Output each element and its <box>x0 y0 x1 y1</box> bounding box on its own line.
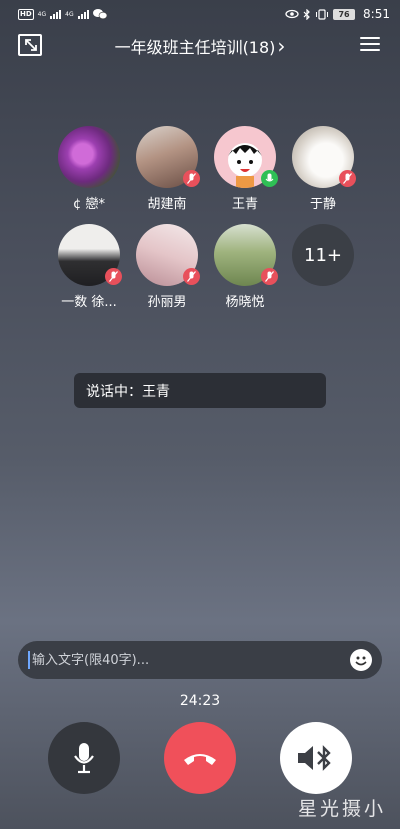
status-left: HD 4G 4G <box>18 8 107 20</box>
menu-icon <box>360 37 380 39</box>
group-title-text: 一年级班主任培训(18) <box>114 38 276 57</box>
network-type-1: 4G <box>37 10 47 18</box>
wechat-icon <box>92 9 107 19</box>
participant-name: 王青 <box>231 197 258 212</box>
avatar <box>136 126 200 188</box>
signal-icon <box>77 9 89 19</box>
vibrate-icon <box>316 8 329 20</box>
watermark: 星光摄小 <box>297 798 386 820</box>
participant[interactable]: 王青 <box>206 126 284 212</box>
eye-icon <box>285 9 299 19</box>
participant-name: 于静 <box>309 197 336 212</box>
microphone-icon <box>74 743 94 774</box>
muted-mic-icon <box>183 268 200 285</box>
menu-button[interactable] <box>360 34 380 54</box>
call-timer: 24:23 <box>179 693 221 709</box>
participant[interactable]: 一数 徐... <box>50 224 128 310</box>
call-header: 一年级班主任培训(18) › <box>0 30 400 62</box>
active-mic-icon <box>261 170 278 187</box>
clock: 8:51 <box>363 7 390 21</box>
avatar-image <box>58 126 120 188</box>
speaking-text: 说话中：王青 <box>86 383 170 400</box>
status-bar: HD 4G 4G 76 8:51 <box>0 0 400 28</box>
participant-name: 一数 徐... <box>61 295 117 310</box>
avatar <box>58 224 122 286</box>
call-controls <box>0 722 400 794</box>
muted-mic-icon <box>105 268 122 285</box>
emoji-button[interactable] <box>350 649 372 671</box>
participant-name: 杨晓悦 <box>225 295 265 310</box>
more-participants-button[interactable]: 11+ <box>284 224 362 310</box>
participant[interactable]: 胡建南 <box>128 126 206 212</box>
avatar <box>214 126 278 188</box>
bluetooth-speaker-button[interactable] <box>280 722 352 794</box>
muted-mic-icon <box>339 170 356 187</box>
bluetooth-icon <box>303 8 310 20</box>
more-participants-count: 11+ <box>292 224 354 286</box>
minimize-icon <box>25 39 37 51</box>
group-title[interactable]: 一年级班主任培训(18) › <box>115 34 286 58</box>
avatar <box>136 224 200 286</box>
avatar <box>58 126 120 188</box>
avatar <box>214 224 278 286</box>
participant-name: ¢ 戀* <box>73 197 105 212</box>
participant[interactable]: 孙丽男 <box>128 224 206 310</box>
minimize-button[interactable] <box>18 34 42 56</box>
hangup-button[interactable] <box>164 722 236 794</box>
participant[interactable]: ¢ 戀* <box>50 126 128 212</box>
message-bar <box>18 641 382 679</box>
signal-icon <box>50 9 62 19</box>
muted-mic-icon <box>261 268 278 285</box>
smiley-icon <box>355 656 367 666</box>
participant[interactable]: 于静 <box>284 126 362 212</box>
speaking-indicator: 说话中：王青 <box>74 373 326 408</box>
participant[interactable]: 杨晓悦 <box>206 224 284 310</box>
network-type-2: 4G <box>65 10 74 18</box>
participant-name: 胡建南 <box>147 197 187 212</box>
battery-icon: 76 <box>333 8 356 20</box>
microphone-button[interactable] <box>48 722 120 794</box>
message-input[interactable] <box>28 651 350 669</box>
muted-mic-icon <box>183 170 200 187</box>
participant-name: 孙丽男 <box>147 295 187 310</box>
avatar <box>292 126 356 188</box>
bluetooth-speaker-icon <box>298 745 331 771</box>
chevron-right-icon: › <box>277 34 286 58</box>
hd-badge: HD <box>18 8 34 20</box>
status-right: 76 8:51 <box>285 7 390 21</box>
hangup-icon <box>184 754 216 765</box>
participant-grid: ¢ 戀* 胡建南 王青 于静 一数 徐... 孙丽男 杨晓悦 11+ <box>50 126 356 310</box>
